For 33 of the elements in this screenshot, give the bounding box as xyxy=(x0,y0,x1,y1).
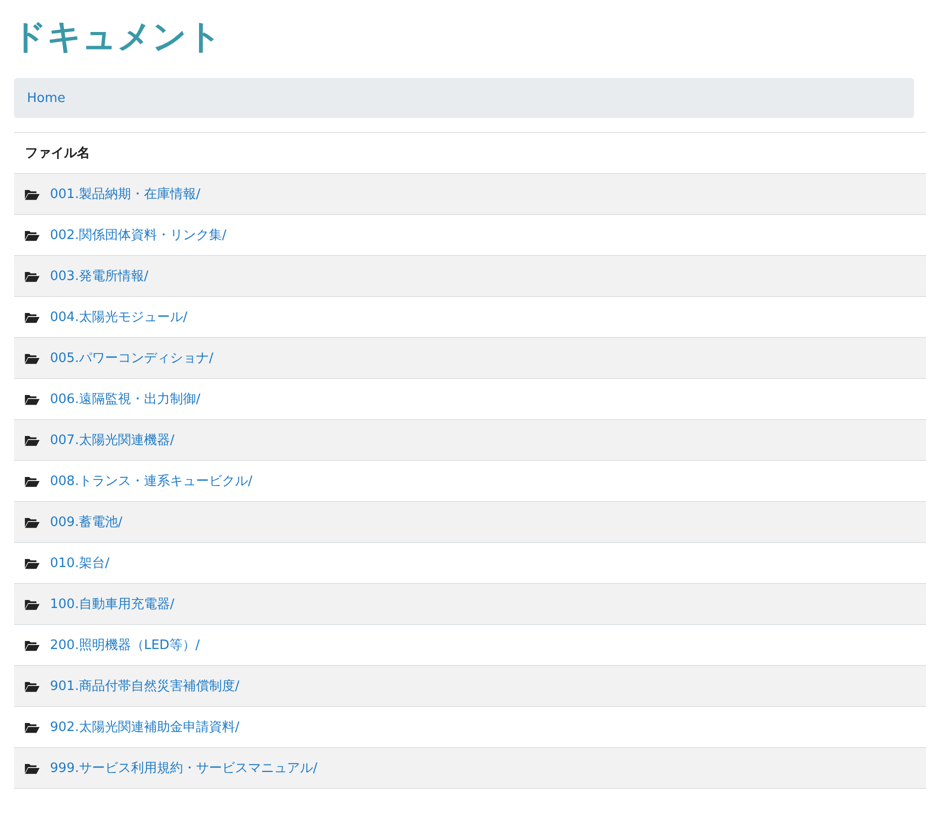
folder-icon xyxy=(24,720,40,734)
folder-link[interactable]: 902.太陽光関連補助金申請資料/ xyxy=(50,718,240,736)
folder-link[interactable]: 009.蓄電池/ xyxy=(50,513,122,531)
folder-icon xyxy=(24,188,40,200)
folder-icon xyxy=(24,762,40,774)
column-header: ファイル名 xyxy=(25,145,90,162)
folder-link[interactable]: 999.サービス利用規約・サービスマニュアル/ xyxy=(50,759,318,777)
folder-link[interactable]: 004.太陽光モジュール/ xyxy=(50,308,188,326)
folder-link[interactable]: 100.自動車用充電器/ xyxy=(50,595,174,613)
folder-icon xyxy=(24,352,40,364)
folder-link[interactable]: 001.製品納期・在庫情報/ xyxy=(50,185,200,203)
folder-icon xyxy=(24,270,40,282)
folder-icon xyxy=(24,638,40,652)
folder-icon xyxy=(24,556,40,570)
folder-icon xyxy=(24,474,40,488)
folder-icon xyxy=(24,310,40,324)
folder-link[interactable]: 007.太陽光関連機器/ xyxy=(50,431,174,449)
folder-link[interactable]: 901.商品付帯自然災害補償制度/ xyxy=(50,677,240,695)
folder-link[interactable]: 200.照明機器（LED等）/ xyxy=(50,636,200,654)
folder-icon xyxy=(24,516,40,528)
folder-icon xyxy=(24,392,40,406)
page-title: ドキュメント xyxy=(12,16,223,59)
folder-link[interactable]: 008.トランス・連系キュービクル/ xyxy=(50,472,252,490)
folder-icon xyxy=(24,228,40,242)
folder-link[interactable]: 002.関係団体資料・リンク集/ xyxy=(50,226,226,244)
folder-icon xyxy=(24,598,40,610)
folder-icon xyxy=(24,434,40,446)
folder-link[interactable]: 003.発電所情報/ xyxy=(50,267,148,285)
folder-link[interactable]: 006.遠隔監視・出力制御/ xyxy=(50,390,200,408)
folder-link[interactable]: 010.架台/ xyxy=(50,554,110,572)
folder-icon xyxy=(24,680,40,692)
breadcrumb-link[interactable]: Home xyxy=(27,90,66,106)
folder-link[interactable]: 005.パワーコンディショナ/ xyxy=(50,349,214,367)
